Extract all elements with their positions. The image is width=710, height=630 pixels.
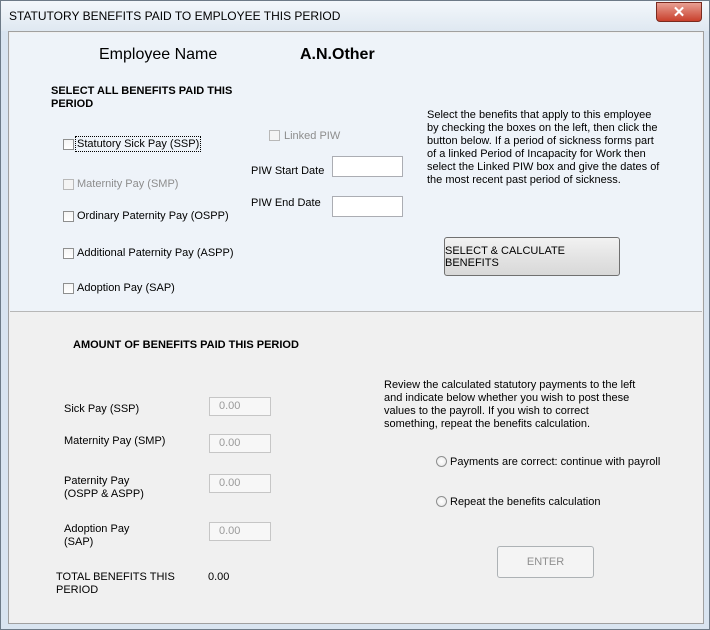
instruction-line: of a linked Period of Incapacity for Wor… bbox=[427, 148, 646, 160]
dialog-window: STATUTORY BENEFITS PAID TO EMPLOYEE THIS… bbox=[0, 0, 710, 630]
smp-checkbox[interactable] bbox=[63, 179, 74, 190]
ssp-label[interactable]: Statutory Sick Pay (SSP) bbox=[74, 136, 202, 152]
select-calculate-benefits-button[interactable]: SELECT & CALCULATE BENEFITS bbox=[444, 237, 620, 276]
ospp-checkbox[interactable] bbox=[63, 211, 74, 222]
paternity-pay-value: 0.00 bbox=[209, 474, 271, 493]
title-bar[interactable]: STATUTORY BENEFITS PAID TO EMPLOYEE THIS… bbox=[1, 1, 709, 31]
review-line: something, repeat the benefits calculati… bbox=[384, 418, 591, 430]
review-line: and indicate below whether you wish to p… bbox=[384, 392, 630, 404]
linked-piw-checkbox[interactable] bbox=[269, 130, 280, 141]
window-title: STATUTORY BENEFITS PAID TO EMPLOYEE THIS… bbox=[9, 9, 341, 23]
ospp-label[interactable]: Ordinary Paternity Pay (OSPP) bbox=[77, 210, 229, 222]
instruction-line: by checking the boxes on the left, then … bbox=[427, 122, 658, 134]
adoption-pay-value: 0.00 bbox=[209, 522, 271, 541]
selection-instructions: Select the benefits that apply to this e… bbox=[427, 109, 659, 187]
employee-name-value: A.N.Other bbox=[300, 46, 375, 63]
repeat-calculation-label[interactable]: Repeat the benefits calculation bbox=[450, 496, 600, 508]
maternity-pay-value: 0.00 bbox=[209, 434, 271, 453]
aspp-label[interactable]: Additional Paternity Pay (ASPP) bbox=[77, 247, 234, 259]
close-icon: ✕ bbox=[672, 4, 686, 21]
piw-end-date-input[interactable] bbox=[332, 196, 403, 217]
dialog-client-area: Employee Name A.N.Other SELECT ALL BENEF… bbox=[8, 31, 704, 624]
benefit-selection-panel: Employee Name A.N.Other SELECT ALL BENEF… bbox=[10, 33, 702, 312]
instruction-line: Select the benefits that apply to this e… bbox=[427, 109, 652, 121]
sick-pay-label: Sick Pay (SSP) bbox=[64, 403, 140, 415]
maternity-pay-label: Maternity Pay (SMP) bbox=[64, 435, 166, 447]
sap-checkbox[interactable] bbox=[63, 283, 74, 294]
piw-start-date-input[interactable] bbox=[332, 156, 403, 177]
amount-heading: AMOUNT OF BENEFITS PAID THIS PERIOD bbox=[73, 339, 299, 351]
instruction-line: the most recent past period of sickness. bbox=[427, 174, 621, 186]
continue-payroll-label[interactable]: Payments are correct: continue with payr… bbox=[450, 456, 660, 468]
select-benefits-heading-line2: PERIOD bbox=[51, 98, 94, 110]
employee-name-label: Employee Name bbox=[99, 46, 218, 63]
paternity-pay-label-line1: Paternity Pay bbox=[64, 475, 130, 487]
adoption-pay-label-line2: (SAP) bbox=[64, 536, 94, 548]
review-line: Review the calculated statutory payments… bbox=[384, 379, 636, 391]
total-benefits-label-line1: TOTAL BENEFITS THIS bbox=[56, 571, 175, 583]
total-benefits-label-line2: PERIOD bbox=[56, 584, 99, 596]
smp-label: Maternity Pay (SMP) bbox=[77, 178, 179, 190]
total-benefits-value: 0.00 bbox=[208, 571, 230, 583]
aspp-checkbox[interactable] bbox=[63, 248, 74, 259]
ssp-checkbox[interactable] bbox=[63, 139, 74, 150]
linked-piw-label: Linked PIW bbox=[284, 130, 341, 142]
select-benefits-heading-line1: SELECT ALL BENEFITS PAID THIS bbox=[51, 85, 233, 97]
instruction-line: select the Linked PIW box and give the d… bbox=[427, 161, 660, 173]
instruction-line: button below. If a period of sickness fo… bbox=[427, 135, 654, 147]
review-line: values to the payroll. If you wish to co… bbox=[384, 405, 589, 417]
close-button[interactable]: ✕ bbox=[656, 2, 702, 22]
sick-pay-value: 0.00 bbox=[209, 397, 271, 416]
paternity-pay-label-line2: (OSPP & ASPP) bbox=[64, 488, 144, 500]
piw-end-label: PIW End Date bbox=[251, 197, 321, 209]
repeat-calculation-radio[interactable] bbox=[436, 496, 447, 507]
continue-payroll-radio[interactable] bbox=[436, 456, 447, 467]
adoption-pay-label-line1: Adoption Pay bbox=[64, 523, 130, 535]
enter-button[interactable]: ENTER bbox=[497, 546, 594, 578]
piw-start-label: PIW Start Date bbox=[251, 165, 325, 177]
sap-label[interactable]: Adoption Pay (SAP) bbox=[77, 282, 175, 294]
review-instructions: Review the calculated statutory payments… bbox=[384, 379, 635, 431]
